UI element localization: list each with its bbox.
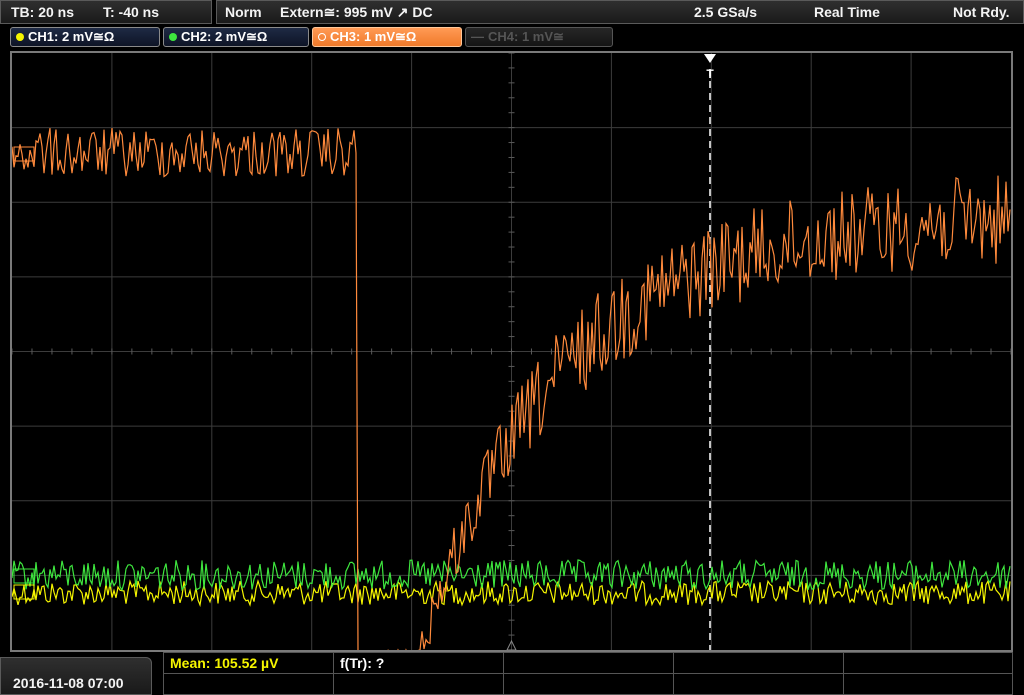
channel-2-label: CH2: 2 mV≅Ω — [181, 29, 268, 44]
timebase-panel[interactable]: TB: 20 ns T: -40 ns — [0, 0, 212, 24]
bottom-bar: 2016-11-08 07:00 Mean: 105.52 µV f(Tr): … — [0, 652, 1024, 695]
top-status-bar: TB: 20 ns T: -40 ns Norm Extern≅: 995 mV… — [0, 0, 1024, 24]
measurement-rise-frequency[interactable]: f(Tr): ? — [334, 653, 504, 674]
channel-1-indicator-icon — [16, 33, 24, 41]
measurement-slot-4[interactable] — [674, 653, 844, 674]
measurement-panel[interactable]: Mean: 105.52 µV f(Tr): ? — [163, 652, 1013, 695]
trigger-time-readout: T: -40 ns — [103, 4, 160, 20]
measurement-slot-7[interactable] — [334, 674, 504, 695]
waveform-display[interactable]: T — [10, 51, 1013, 652]
channel-4-dash-icon: — — [471, 29, 484, 44]
channel-1-button[interactable]: CH1: 2 mV≅Ω — [10, 27, 160, 47]
trigger-marker-label: T — [706, 67, 714, 81]
channel-4-button[interactable]: — CH4: 1 mV≅ — [465, 27, 613, 47]
datetime-panel: 2016-11-08 07:00 — [0, 657, 152, 695]
channel-4-label: CH4: 1 mV≅ — [488, 29, 564, 44]
channel-3-label: CH3: 1 mV≅Ω — [330, 29, 417, 44]
measurement-slot-6[interactable] — [164, 674, 334, 695]
trigger-mode: Norm — [225, 4, 262, 20]
channel-3-button[interactable]: CH3: 1 mV≅Ω — [312, 27, 462, 47]
measurement-slot-10[interactable] — [844, 674, 1012, 695]
acquisition-status: Not Rdy. — [953, 4, 1010, 20]
channel-2-button[interactable]: CH2: 2 mV≅Ω — [163, 27, 309, 47]
sample-rate: 2.5 GSa/s — [694, 4, 758, 20]
acquisition-mode: Real Time — [814, 4, 880, 20]
measurement-slot-3[interactable] — [504, 653, 674, 674]
channel-1-label: CH1: 2 mV≅Ω — [28, 29, 115, 44]
channel-bar: CH1: 2 mV≅Ω CH2: 2 mV≅Ω CH3: 1 mV≅Ω — CH4… — [0, 26, 1024, 48]
measurement-mean[interactable]: Mean: 105.52 µV — [164, 653, 334, 674]
measurement-slot-9[interactable] — [674, 674, 844, 695]
trigger-status-panel[interactable]: Norm Extern≅: 995 mV ↗ DC 2.5 GSa/s Real… — [216, 0, 1024, 24]
measurement-slot-5[interactable] — [844, 653, 1012, 674]
channel-2-indicator-icon — [169, 33, 177, 41]
channel-3-indicator-icon — [318, 33, 326, 41]
datetime: 2016-11-08 07:00 — [13, 675, 124, 691]
trigger-arrow-icon[interactable] — [704, 54, 716, 63]
waveform-canvas: T — [12, 53, 1011, 650]
trigger-source: Extern≅: 995 mV ↗ DC — [280, 4, 433, 20]
timebase-readout: TB: 20 ns — [11, 4, 75, 20]
measurement-slot-8[interactable] — [504, 674, 674, 695]
